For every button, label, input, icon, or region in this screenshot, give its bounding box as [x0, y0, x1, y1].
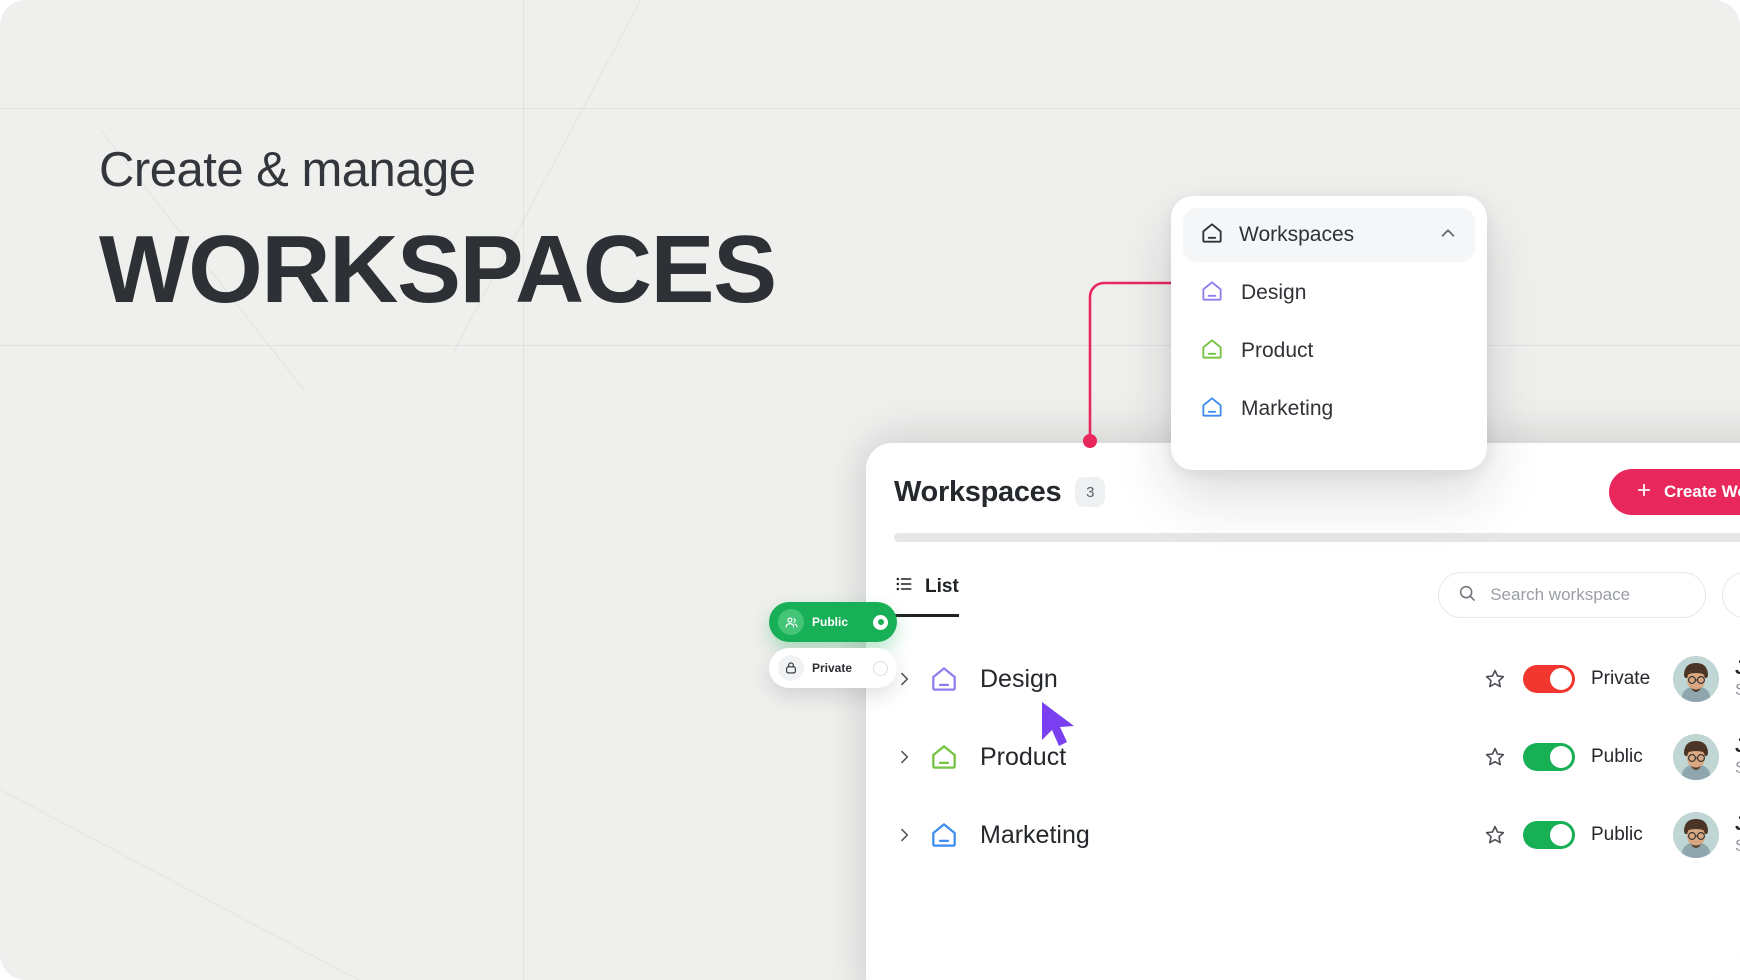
- panel-progress-track[interactable]: [894, 533, 1740, 542]
- plus-icon: [1635, 481, 1653, 504]
- owner-role: Space Owner: [1735, 758, 1740, 777]
- home-icon: [928, 819, 960, 851]
- hero-block: Create & manage WORKSPACES: [99, 143, 777, 323]
- visibility-toggle[interactable]: [1523, 665, 1575, 693]
- visibility-label: Public: [1591, 746, 1643, 767]
- search-icon: [1457, 583, 1477, 608]
- home-icon: [1199, 394, 1225, 425]
- row-actions: Private: [1483, 656, 1740, 702]
- lock-icon: [778, 655, 804, 681]
- dropdown-item-marketing[interactable]: Marketing: [1183, 382, 1475, 436]
- people-icon: [778, 609, 804, 635]
- home-icon: [1199, 278, 1225, 309]
- table-row[interactable]: Product Public: [866, 718, 1740, 796]
- owner-info: John Space Owner: [1735, 736, 1740, 778]
- filter-button[interactable]: Filter: [1722, 572, 1740, 618]
- tab-list-label: List: [925, 575, 959, 597]
- dropdown-header[interactable]: Workspaces: [1183, 208, 1475, 262]
- dropdown-header-label: Workspaces: [1239, 223, 1355, 246]
- star-icon[interactable]: [1483, 667, 1507, 691]
- radio-private[interactable]: [873, 660, 888, 676]
- create-workspace-button[interactable]: Create Workspace: [1608, 469, 1740, 515]
- workspaces-dropdown-card[interactable]: Workspaces Design Product Marketing: [1171, 196, 1487, 470]
- hero-eyebrow: Create & manage: [99, 143, 476, 197]
- backdrop-diagonal: [0, 789, 460, 980]
- chevron-right-icon[interactable]: [894, 669, 920, 689]
- search-box[interactable]: [1438, 572, 1712, 618]
- owner-info: John Space Owner: [1735, 658, 1740, 700]
- chevron-right-icon[interactable]: [894, 747, 920, 767]
- dropdown-item-label: Marketing: [1241, 397, 1334, 420]
- toolbar-right-group: Filter: [1438, 572, 1740, 618]
- visibility-option-label: Private: [812, 661, 853, 675]
- toggle-knob: [1550, 746, 1572, 768]
- owner-role: Space Owner: [1735, 680, 1740, 699]
- dropdown-item-label: Product: [1241, 339, 1314, 362]
- workspace-name: Design: [980, 664, 1058, 693]
- visibility-label: Public: [1591, 824, 1643, 845]
- visibility-toggle[interactable]: [1523, 821, 1575, 849]
- visibility-label: Private: [1591, 668, 1651, 689]
- dropdown-item-label: Design: [1241, 281, 1307, 304]
- page-title: WORKSPACES: [99, 215, 777, 323]
- star-icon[interactable]: [1483, 823, 1507, 847]
- panel-toolbar: List Search workspace: [866, 542, 1740, 618]
- table-row[interactable]: Marketing Public: [866, 796, 1740, 874]
- avatar: [1673, 734, 1719, 780]
- workspaces-panel: Workspaces 3 Create Workspace: [866, 443, 1740, 980]
- toggle-knob: [1550, 824, 1572, 846]
- mouse-cursor: [1042, 702, 1074, 746]
- visibility-option-label: Public: [812, 615, 849, 629]
- list-icon: [894, 574, 914, 600]
- owner-info: John Space Owner: [1735, 814, 1740, 856]
- home-icon: [1199, 336, 1225, 367]
- workspace-count-badge: 3: [1075, 477, 1106, 507]
- home-icon: [928, 741, 960, 773]
- page-background: Create & manage WORKSPACES Workspaces De…: [0, 0, 1740, 980]
- visibility-selector-popup[interactable]: Public Private: [769, 602, 897, 688]
- owner-name: John: [1735, 814, 1740, 835]
- toggle-knob: [1550, 668, 1572, 690]
- backdrop-hairline: [0, 108, 1740, 109]
- visibility-toggle[interactable]: [1523, 743, 1575, 771]
- tab-list[interactable]: List: [894, 574, 959, 617]
- owner-role: Space Owner: [1735, 836, 1740, 855]
- home-icon: [928, 663, 960, 695]
- panel-progress-fill: [894, 533, 1740, 542]
- workspace-name: Marketing: [980, 820, 1090, 849]
- chevron-right-icon[interactable]: [894, 825, 920, 845]
- chevron-up-icon[interactable]: [1437, 222, 1459, 249]
- search-input[interactable]: [1490, 585, 1712, 605]
- avatar: [1673, 656, 1719, 702]
- avatar: [1673, 812, 1719, 858]
- owner-name: John: [1735, 658, 1740, 679]
- visibility-option-private[interactable]: Private: [769, 648, 897, 688]
- star-icon[interactable]: [1483, 745, 1507, 769]
- dropdown-item-product[interactable]: Product: [1183, 324, 1475, 378]
- home-icon: [1199, 220, 1225, 251]
- create-workspace-label: Create Workspace: [1663, 482, 1740, 501]
- table-row[interactable]: Design Private: [866, 640, 1740, 718]
- panel-title: Workspaces: [894, 475, 1062, 508]
- workspace-list: Design Private Product Public Marketing …: [866, 640, 1740, 874]
- dropdown-item-design[interactable]: Design: [1183, 266, 1475, 320]
- radio-public[interactable]: [873, 614, 888, 630]
- owner-name: John: [1735, 736, 1740, 757]
- row-actions: Public: [1483, 812, 1740, 858]
- row-actions: Public: [1483, 734, 1740, 780]
- visibility-option-public[interactable]: Public: [769, 602, 897, 642]
